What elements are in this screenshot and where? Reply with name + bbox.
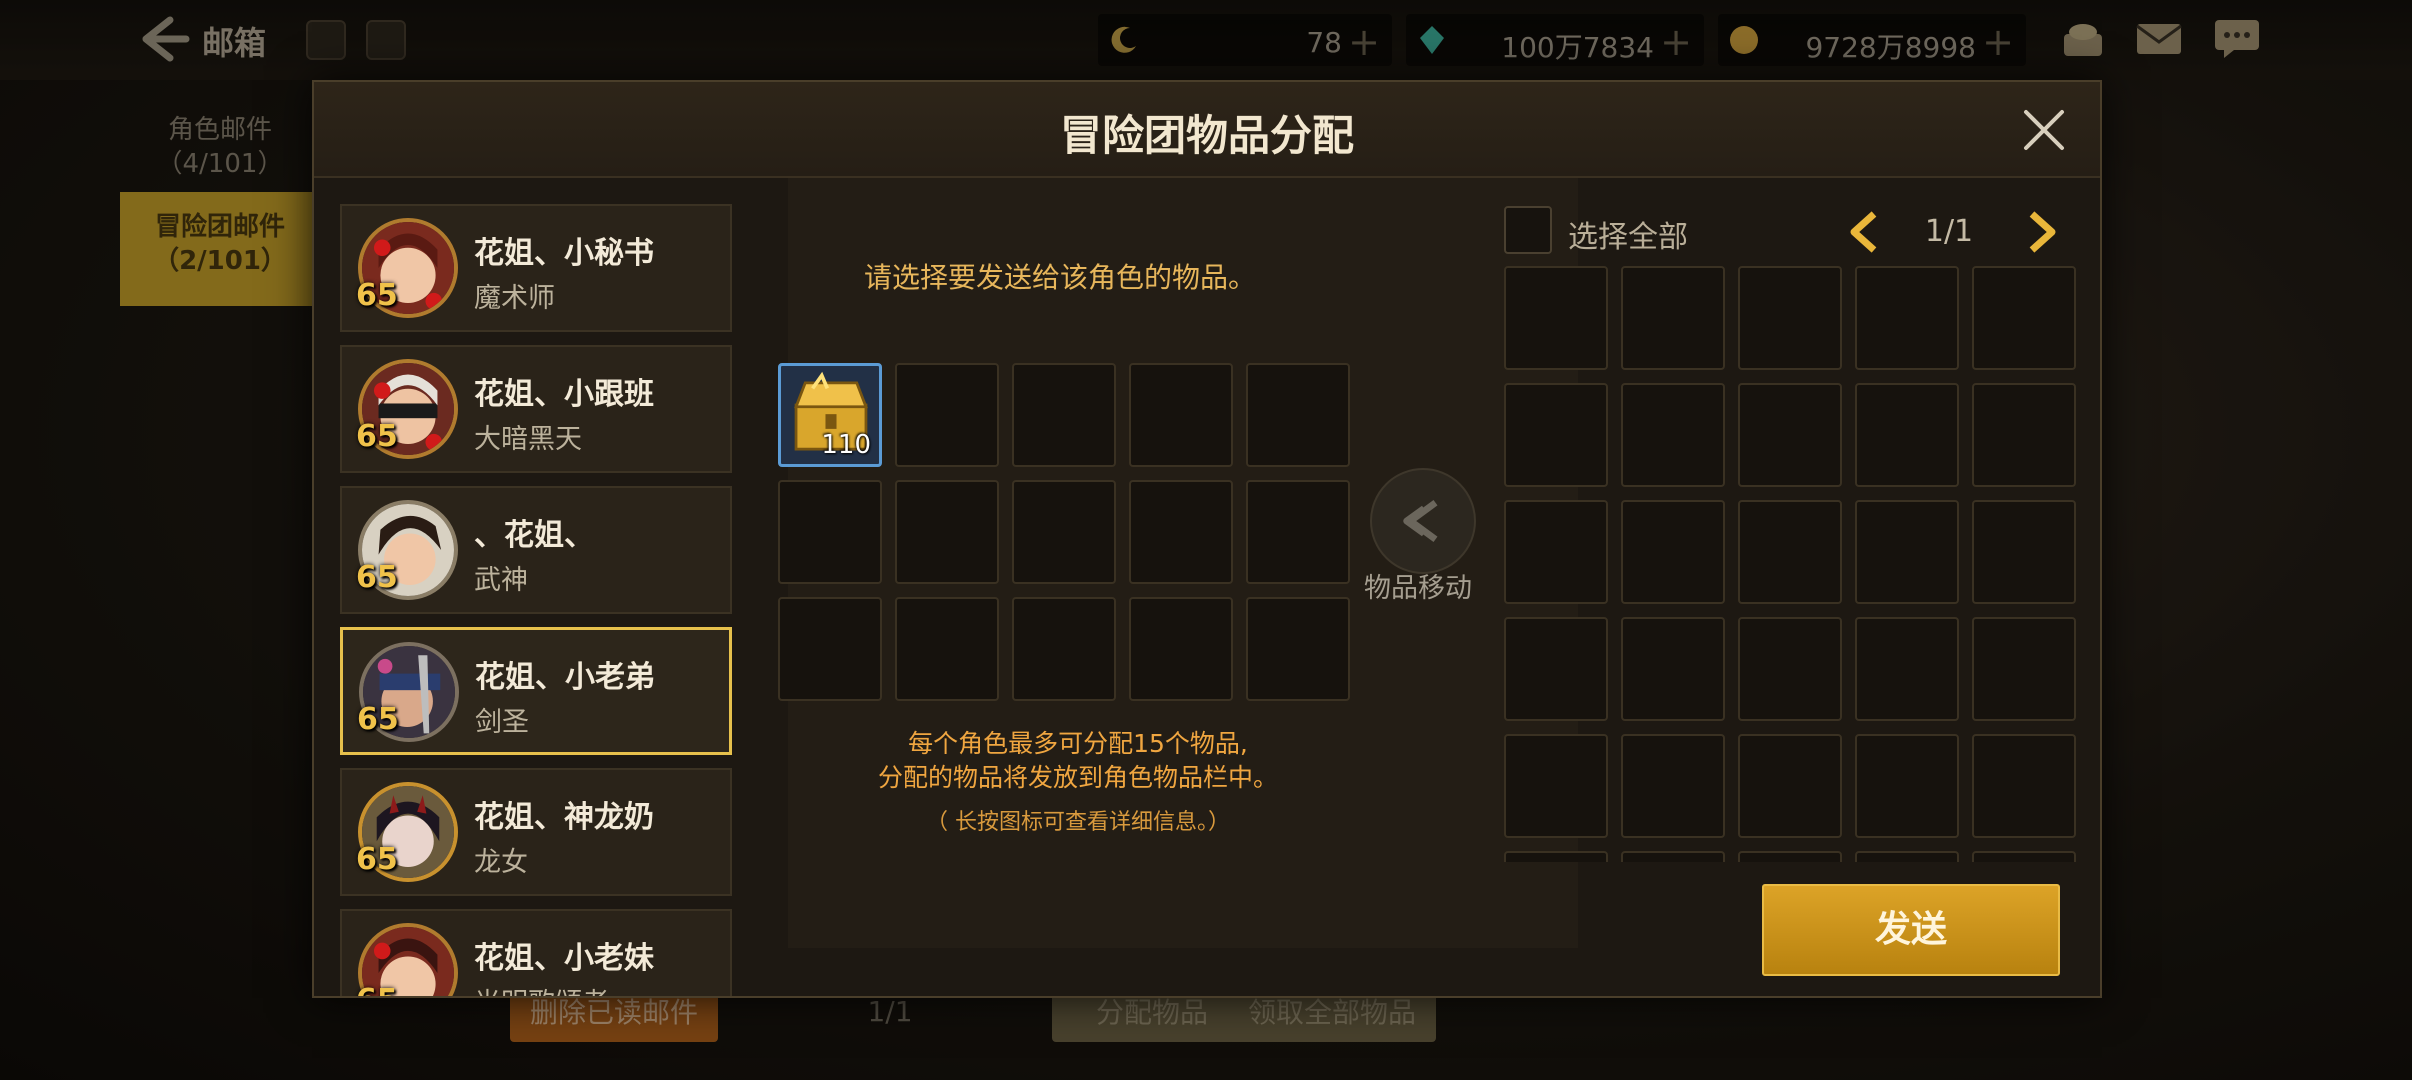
note-hint: （ 长按图标可查看详细信息。） <box>926 810 1230 835</box>
character-class: 武神 <box>474 565 528 596</box>
item-slot[interactable] <box>1129 363 1233 467</box>
inventory-slot[interactable] <box>1621 617 1725 721</box>
instruction-text: 请选择要发送给该角色的物品。 <box>864 261 1257 294</box>
inventory-slot[interactable] <box>1855 617 1959 721</box>
character-card[interactable]: 65 花姐、小老妹 光明歌颂者 <box>340 909 732 996</box>
inventory-slot[interactable] <box>1972 617 2076 721</box>
level-badge: 65 <box>357 702 399 737</box>
select-all-checkbox[interactable] <box>1504 206 1552 254</box>
double-arrow-left-icon <box>1403 499 1438 543</box>
note-line-2: 分配的物品将发放到角色物品栏中。 <box>877 763 1278 792</box>
inventory-slot[interactable] <box>1738 851 1842 862</box>
inventory-slot[interactable] <box>1738 500 1842 604</box>
character-name: 花姐、小老弟 <box>475 660 655 695</box>
select-all-label: 选择全部 <box>1568 220 1688 255</box>
item-slot[interactable] <box>1012 480 1116 584</box>
inventory-slot[interactable] <box>1621 500 1725 604</box>
item-distribution-dialog: 冒险团物品分配 65 花姐、小秘书 魔术师 65 花姐、小跟班 大暗黑天 65 … <box>312 80 2102 998</box>
inventory-slot[interactable] <box>1855 734 1959 838</box>
character-card[interactable]: 65 花姐、小秘书 魔术师 <box>340 204 732 332</box>
level-badge: 65 <box>356 560 398 595</box>
inventory-slot[interactable] <box>1504 734 1608 838</box>
inventory-slot[interactable] <box>1738 734 1842 838</box>
inventory-slot[interactable] <box>1504 617 1608 721</box>
inventory-slot[interactable] <box>1621 266 1725 370</box>
dialog-header: 冒险团物品分配 <box>314 82 2100 178</box>
inventory-slot[interactable] <box>1972 500 2076 604</box>
character-class: 剑圣 <box>475 707 529 738</box>
inventory-slot[interactable] <box>1972 851 2076 862</box>
level-badge: 65 <box>356 983 398 996</box>
character-name: 花姐、小秘书 <box>474 236 654 271</box>
inventory-slot[interactable] <box>1738 383 1842 487</box>
inventory-slot[interactable] <box>1504 851 1608 862</box>
level-badge: 65 <box>356 419 398 454</box>
character-card[interactable]: 65 花姐、小跟班 大暗黑天 <box>340 345 732 473</box>
character-card[interactable]: 65 花姐、神龙奶 龙女 <box>340 768 732 896</box>
inventory-slot[interactable] <box>1972 734 2076 838</box>
item-slot[interactable] <box>895 480 999 584</box>
inventory-slot[interactable] <box>1855 266 1959 370</box>
page-indicator: 1/1 <box>1924 214 1974 249</box>
item-count: 110 <box>821 430 871 460</box>
dialog-title: 冒险团物品分配 <box>1059 111 1354 160</box>
close-icon[interactable] <box>2018 104 2070 156</box>
item-slot[interactable] <box>1012 363 1116 467</box>
character-card[interactable]: 65 、花姐、 武神 <box>340 486 732 614</box>
inventory-slot[interactable] <box>1621 734 1725 838</box>
character-class: 大暗黑天 <box>474 424 582 455</box>
inventory-slot[interactable] <box>1621 383 1725 487</box>
inventory-slot[interactable] <box>1855 500 1959 604</box>
character-card-selected[interactable]: 65 花姐、小老弟 剑圣 <box>340 627 732 755</box>
inventory-slot[interactable] <box>1855 851 1959 862</box>
send-button[interactable]: 发送 <box>1762 884 2060 976</box>
inventory-slot[interactable] <box>1504 266 1608 370</box>
item-slot[interactable] <box>895 363 999 467</box>
character-class: 龙女 <box>474 847 528 878</box>
inventory-slot[interactable] <box>1504 500 1608 604</box>
item-slot[interactable] <box>1246 363 1350 467</box>
move-items-button[interactable] <box>1370 468 1476 574</box>
character-class: 光明歌颂者 <box>474 981 609 996</box>
item-slot[interactable] <box>1246 480 1350 584</box>
inventory-slot[interactable] <box>1621 851 1725 862</box>
character-name: 花姐、神龙奶 <box>474 800 654 835</box>
inventory-slot[interactable] <box>1504 383 1608 487</box>
page-next-icon[interactable] <box>2024 208 2060 256</box>
character-list[interactable]: 65 花姐、小秘书 魔术师 65 花姐、小跟班 大暗黑天 65 、花姐、 武神 … <box>340 204 774 996</box>
character-class: 魔术师 <box>474 283 555 314</box>
character-name: 花姐、小跟班 <box>474 377 654 412</box>
inventory-slot[interactable] <box>1738 617 1842 721</box>
note-line-1: 每个角色最多可分配15个物品, <box>908 729 1248 758</box>
move-items-label: 物品移动 <box>1364 573 1472 604</box>
item-slot-filled[interactable]: 110 <box>778 363 882 467</box>
inventory-slot[interactable] <box>1972 383 2076 487</box>
inventory-slot[interactable] <box>1738 266 1842 370</box>
character-name: 花姐、小老妹 <box>474 941 654 976</box>
item-slot[interactable] <box>1129 480 1233 584</box>
inventory-slot[interactable] <box>1972 266 2076 370</box>
inventory-slot[interactable] <box>1855 383 1959 487</box>
inventory-grid[interactable] <box>1502 264 2080 862</box>
item-slot[interactable] <box>778 597 882 701</box>
item-slot[interactable] <box>895 597 999 701</box>
character-name: 、花姐、 <box>474 518 594 553</box>
item-slot[interactable] <box>1012 597 1116 701</box>
level-badge: 65 <box>356 842 398 877</box>
item-slot[interactable] <box>778 480 882 584</box>
item-slot[interactable] <box>1129 597 1233 701</box>
level-badge: 65 <box>356 278 398 313</box>
page-prev-icon[interactable] <box>1846 208 1882 256</box>
item-slot[interactable] <box>1246 597 1350 701</box>
